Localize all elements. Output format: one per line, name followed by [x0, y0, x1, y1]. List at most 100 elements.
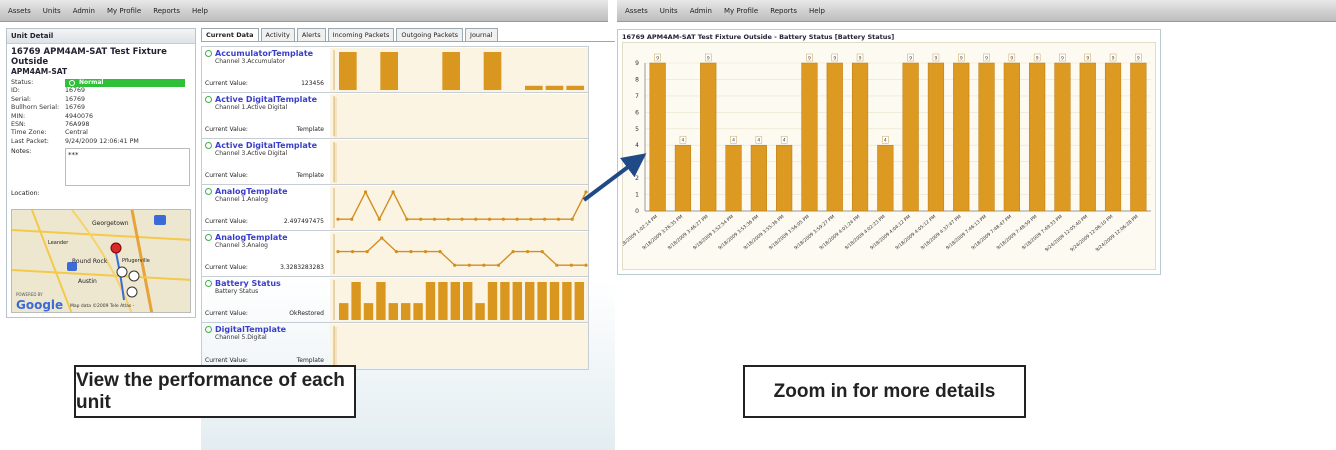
bar-data-label: 9	[1086, 56, 1089, 62]
bar-data-label: 9	[656, 56, 659, 62]
nav-item-assets[interactable]: Assets	[625, 7, 648, 15]
y-tick-label: 9	[635, 60, 639, 67]
nav-item-units[interactable]: Units	[43, 7, 61, 15]
metric-name[interactable]: AccumulatorTemplate	[215, 49, 313, 58]
bar-data-label: 9	[833, 56, 836, 62]
sparkline-bar	[500, 282, 510, 320]
chart-area: 012345678999/18/2009 1:02:14 PM49/18/200…	[616, 42, 1156, 270]
sparkline-bar	[413, 303, 423, 320]
current-value-label: Current Value:	[205, 126, 248, 133]
sparkline-point	[446, 217, 450, 221]
metric-info: Active DigitalTemplate Channel 1.Active D…	[202, 93, 330, 138]
battery-bar	[1079, 62, 1096, 212]
battery-bar	[700, 62, 717, 212]
current-value-label: Current Value:	[205, 218, 248, 225]
sparkline-bg	[330, 140, 588, 184]
tab-activity[interactable]: Activity	[260, 28, 295, 41]
x-tick-label: 9/18/2009 4:37:47 PM	[920, 214, 963, 251]
nav-item-units[interactable]: Units	[660, 7, 678, 15]
x-tick-label: 9/18/2009 3:46:27 PM	[667, 214, 710, 251]
sparkline-bar	[339, 303, 349, 320]
metric-sparkline	[330, 186, 588, 230]
metric-current-value: Current Value: OkRestored	[205, 310, 324, 317]
metric-info: Battery Status Battery Status Current Valu…	[202, 277, 330, 322]
metric-row[interactable]: Active DigitalTemplate Channel 1.Active D…	[202, 93, 588, 139]
field-value: 76A998	[65, 121, 90, 129]
arrow-connector	[582, 153, 647, 202]
x-tick-label: 9/18/2009 7:48:47 PM	[970, 214, 1013, 251]
metric-name-row: Active DigitalTemplate	[205, 95, 327, 104]
y-tick-label: 6	[635, 109, 639, 116]
nav-item-reports[interactable]: Reports	[153, 7, 180, 15]
x-tick-label: 9/18/2009 4:02:23 PM	[844, 214, 887, 251]
bar-data-label: 4	[682, 138, 685, 144]
tab-journal[interactable]: Journal	[465, 28, 498, 41]
field-label: Bullhorn Serial:	[11, 104, 60, 112]
top-nav-left: Assets Units Admin My Profile Reports Help	[0, 0, 608, 22]
metric-status-icon	[205, 280, 212, 287]
sparkline-bar	[483, 52, 502, 90]
metric-row[interactable]: Active DigitalTemplate Channel 3.Active D…	[202, 139, 588, 185]
nav-item-admin[interactable]: Admin	[690, 7, 712, 15]
notes-row: Notes: ***	[7, 146, 195, 188]
sparkline-point	[526, 250, 530, 254]
sparkline-point	[365, 250, 369, 254]
metric-channel: Channel 1.Active Digital	[215, 104, 288, 111]
metric-info: AnalogTemplate Channel 1.Analog Current Va…	[202, 185, 330, 230]
tab-outgoing-packets[interactable]: Outgoing Packets	[396, 28, 464, 41]
metric-name[interactable]: Active DigitalTemplate	[215, 141, 317, 150]
metric-current-value: Current Value: 123456	[205, 80, 324, 87]
metric-row[interactable]: Battery Status Battery Status Current Valu…	[202, 277, 588, 323]
field-label: Last Packet:	[11, 137, 49, 145]
sparkline-bar	[351, 282, 361, 320]
bar-data-label: 9	[985, 56, 988, 62]
metric-name[interactable]: AnalogTemplate	[215, 233, 288, 242]
sparkline-point	[569, 263, 574, 267]
metric-name-row: AnalogTemplate	[205, 187, 327, 196]
metric-row[interactable]: AnalogTemplate Channel 3.Analog Current Va…	[202, 231, 588, 277]
map-label-round-rock: Round Rock	[72, 258, 108, 265]
metric-name[interactable]: Battery Status	[215, 279, 281, 288]
notes-label: Notes:	[11, 148, 32, 156]
sparkline-bar	[339, 52, 357, 90]
metric-name[interactable]: AnalogTemplate	[215, 187, 288, 196]
field-value: Central	[65, 129, 88, 137]
sparkline-point	[336, 217, 340, 221]
nav-item-my-profile[interactable]: My Profile	[724, 7, 758, 15]
location-map[interactable]: Georgetown Leander Round Rock Pflugervil…	[11, 209, 191, 313]
metric-name[interactable]: Active DigitalTemplate	[215, 95, 317, 104]
nav-item-assets[interactable]: Assets	[8, 7, 31, 15]
bar-data-label: 9	[859, 56, 862, 62]
metric-name[interactable]: DigitalTemplate	[215, 325, 286, 334]
sparkline-point	[555, 263, 559, 267]
x-tick-label: 9/18/2009 4:01:24 PM	[818, 214, 861, 251]
sparkline-bar	[525, 85, 543, 90]
metric-status-icon	[205, 326, 212, 333]
sparkline-bar	[549, 282, 560, 320]
battery-bar	[953, 62, 970, 212]
nav-item-admin[interactable]: Admin	[73, 7, 95, 15]
sparkline-bar	[562, 282, 572, 320]
nav-item-help[interactable]: Help	[809, 7, 825, 15]
sparkline-point	[474, 217, 478, 221]
metric-row[interactable]: DigitalTemplate Channel 5.Digital Current …	[202, 323, 588, 369]
tab-bar: Current Data Activity Alerts Incoming Packe…	[201, 24, 615, 42]
field-label: Serial:	[11, 95, 31, 103]
field-row: MIN: 4940076	[7, 113, 195, 121]
unit-detail-panel: Unit Detail 16769 APM4AM-SAT Test Fixtur…	[6, 28, 196, 318]
tab-current-data[interactable]: Current Data	[201, 28, 259, 41]
callout-view-performance: View the performance of each unit	[74, 365, 356, 418]
bar-data-label: 9	[1010, 56, 1013, 62]
tab-incoming-packets[interactable]: Incoming Packets	[327, 28, 395, 41]
sparkline-bar	[574, 282, 584, 320]
notes-field[interactable]: ***	[65, 148, 190, 187]
nav-item-my-profile[interactable]: My Profile	[107, 7, 141, 15]
status-badge: Normal	[65, 79, 185, 88]
nav-item-reports[interactable]: Reports	[770, 7, 797, 15]
metric-status-icon	[205, 142, 212, 149]
nav-item-help[interactable]: Help	[192, 7, 208, 15]
metric-status-icon	[205, 96, 212, 103]
metric-row[interactable]: AccumulatorTemplate Channel 3.Accumulator…	[202, 47, 588, 93]
tab-alerts[interactable]: Alerts	[296, 28, 326, 41]
metric-row[interactable]: AnalogTemplate Channel 1.Analog Current Va…	[202, 185, 588, 231]
